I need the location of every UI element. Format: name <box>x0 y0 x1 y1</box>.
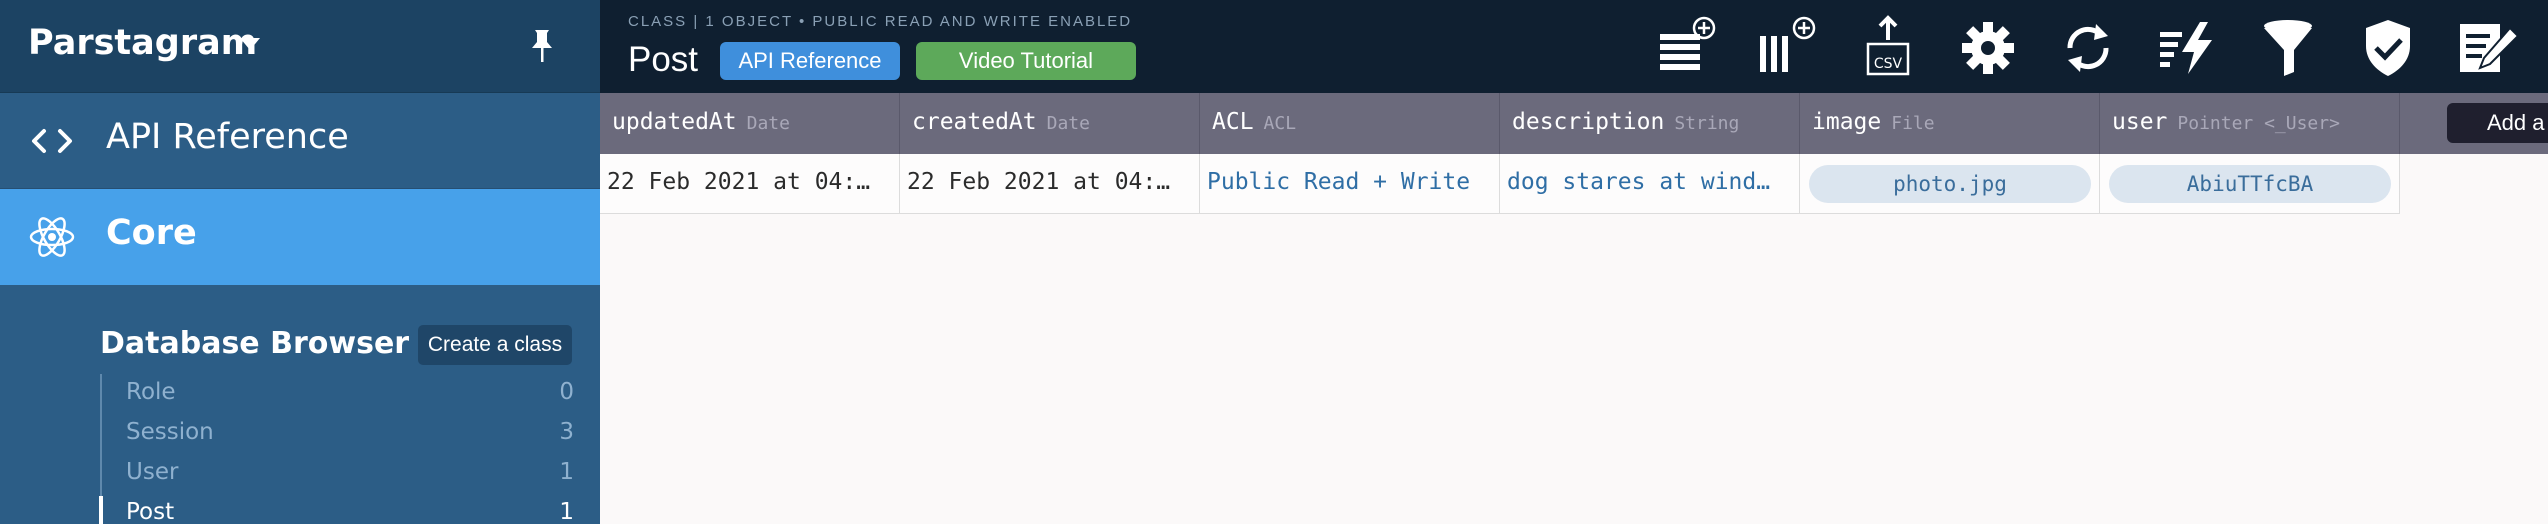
cell-image: photo.jpg <box>1800 154 2100 214</box>
column-header-createdat[interactable]: createdAt Date <box>900 93 1200 154</box>
class-count: 1 <box>559 459 574 485</box>
code-brackets-icon <box>32 129 72 153</box>
cell-createdat[interactable]: 22 Feb 2021 at 04:… <box>900 154 1200 214</box>
column-type: Date <box>1046 113 1090 134</box>
cell-acl[interactable]: Public Read + Write <box>1200 154 1500 214</box>
class-title: Post <box>628 40 699 79</box>
refresh-icon[interactable] <box>2056 14 2120 78</box>
class-count: 1 <box>559 499 574 524</box>
class-name: Post <box>126 499 175 524</box>
column-name: updatedAt <box>612 109 737 135</box>
toolbar: CLASS | 1 OBJECT • PUBLIC READ AND WRITE… <box>600 0 2548 93</box>
column-name: user <box>2112 109 2168 135</box>
create-class-button[interactable]: Create a class <box>418 325 572 365</box>
cell-value: 22 Feb 2021 at 04:… <box>907 169 1171 195</box>
pointer-link-pill[interactable]: AbiuTTfcBA <box>2109 165 2391 203</box>
cell-value: dog stares at wind… <box>1507 169 1771 195</box>
pin-icon[interactable] <box>526 28 558 64</box>
column-header-acl[interactable]: ACL ACL <box>1200 93 1500 154</box>
class-item-user[interactable]: User 1 <box>102 454 574 494</box>
export-csv-icon[interactable]: CSV <box>1856 14 1920 78</box>
filter-icon[interactable] <box>2256 14 2320 78</box>
app-name[interactable]: Parstagram <box>28 23 257 63</box>
class-item-session[interactable]: Session 3 <box>102 414 574 454</box>
table-header: updatedAt Date createdAt Date ACL ACL descr… <box>600 93 2548 154</box>
column-name: createdAt <box>912 109 1037 135</box>
column-header-description[interactable]: description String <box>1500 93 1800 154</box>
column-type: String <box>1674 113 1740 134</box>
atom-icon <box>29 217 75 257</box>
cell-user: AbiuTTfcBA <box>2100 154 2400 214</box>
app-switcher-caret-icon[interactable] <box>240 38 260 50</box>
cell-description[interactable]: dog stares at wind… <box>1500 154 1800 214</box>
column-type: Date <box>746 113 790 134</box>
column-name: image <box>1812 109 1882 135</box>
settings-gear-icon[interactable] <box>1956 14 2020 78</box>
security-shield-icon[interactable] <box>2356 14 2420 78</box>
column-type: File <box>1891 113 1935 134</box>
cell-value: 22 Feb 2021 at 04:… <box>607 169 871 195</box>
nav-api-reference-label: API Reference <box>106 117 349 157</box>
file-link-pill[interactable]: photo.jpg <box>1809 165 2091 203</box>
sidebar: Parstagram API Reference Core Database B… <box>0 0 600 524</box>
add-row-icon[interactable] <box>1656 14 1720 78</box>
video-tutorial-button[interactable]: Video Tutorial <box>916 42 1136 80</box>
class-count: 3 <box>559 419 574 445</box>
cell-value: Public Read + Write <box>1207 169 1471 195</box>
api-reference-button[interactable]: API Reference <box>720 42 900 80</box>
column-type: ACL <box>1263 113 1297 134</box>
class-item-post[interactable]: Post 1 <box>99 494 574 524</box>
column-header-updatedat[interactable]: updatedAt Date <box>600 93 900 154</box>
class-item-role[interactable]: Role 0 <box>102 374 574 414</box>
column-name: ACL <box>1212 109 1254 135</box>
table-row: 22 Feb 2021 at 04:… 22 Feb 2021 at 04:… … <box>600 154 2400 214</box>
edit-icon[interactable] <box>2456 14 2520 78</box>
app-header: Parstagram <box>0 0 600 93</box>
class-name: User <box>126 459 179 485</box>
class-name: Session <box>126 419 214 445</box>
add-column-icon[interactable] <box>1756 14 1820 78</box>
class-count: 0 <box>559 379 574 405</box>
add-column-button[interactable]: Add a <box>2447 103 2548 143</box>
csv-label: CSV <box>1874 56 1903 72</box>
class-subtitle: CLASS | 1 OBJECT • PUBLIC READ AND WRITE… <box>628 13 1133 30</box>
nav-api-reference[interactable]: API Reference <box>0 93 600 189</box>
cell-updatedat[interactable]: 22 Feb 2021 at 04:… <box>600 154 900 214</box>
column-header-user[interactable]: user Pointer <_User> <box>2100 93 2400 154</box>
database-browser-title: Database Browser <box>100 326 410 361</box>
class-name: Role <box>126 379 176 405</box>
column-header-image[interactable]: image File <box>1800 93 2100 154</box>
class-list: Role 0 Session 3 User 1 Post 1 <box>99 374 574 524</box>
column-type: Pointer <_User> <box>2177 113 2340 134</box>
trigger-icon[interactable] <box>2156 14 2220 78</box>
column-name: description <box>1512 109 1665 135</box>
nav-core-label: Core <box>106 213 197 253</box>
nav-core[interactable]: Core <box>0 189 600 285</box>
